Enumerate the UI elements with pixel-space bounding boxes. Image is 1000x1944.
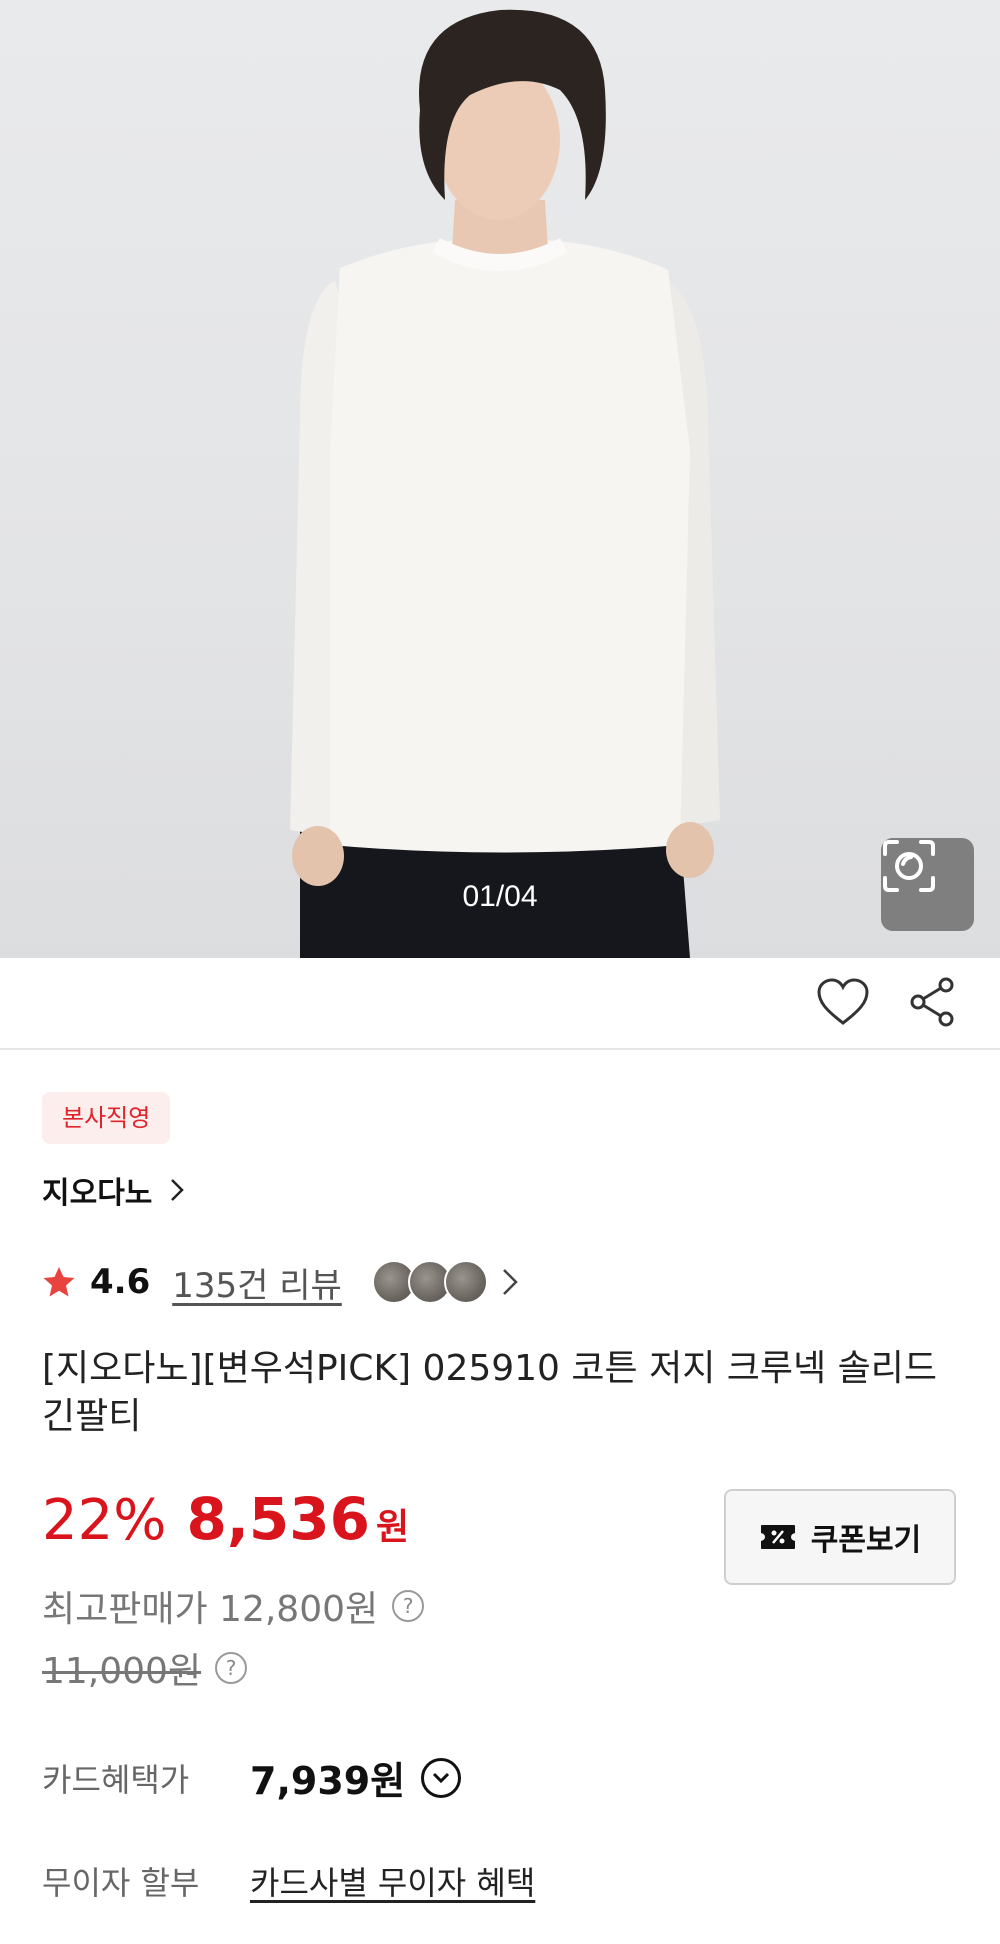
image-search-icon [883, 840, 935, 892]
list-price-row: 11,000원 ? [42, 1642, 248, 1694]
product-photo [290, 9, 720, 958]
image-counter: 01/04 [462, 880, 538, 913]
card-benefit-price: 7,939원 [250, 1759, 406, 1803]
installment-benefit-link[interactable]: 카드사별 무이자 혜택 [250, 1858, 535, 1904]
view-coupon-button[interactable]: 쿠폰보기 [724, 1489, 956, 1585]
help-icon[interactable]: ? [392, 1590, 425, 1622]
chevron-right-icon [171, 1179, 185, 1201]
chevron-down-icon [433, 1772, 450, 1783]
rating-row: 4.6 135건 리뷰 [42, 1255, 518, 1309]
chevron-right-icon[interactable] [502, 1268, 518, 1296]
brand-link[interactable]: 지오다노 [42, 1168, 185, 1212]
card-benefit-expand-button[interactable] [421, 1757, 462, 1798]
help-icon[interactable]: ? [215, 1652, 248, 1684]
brand-name: 지오다노 [42, 1176, 153, 1211]
list-price: 11,000원 [42, 1651, 202, 1692]
highest-price-row: 최고판매가 12,800원 ? [42, 1580, 425, 1632]
official-store-badge: 본사직영 [42, 1092, 171, 1144]
review-count-link[interactable]: 135건 리뷰 [172, 1258, 342, 1307]
currency-unit: 원 [375, 1507, 410, 1548]
coupon-icon [760, 1525, 795, 1549]
price-row: 22% 8,536 원 [42, 1485, 409, 1553]
product-image-carousel[interactable]: 01/04 [0, 0, 1000, 958]
coupon-button-label: 쿠폰보기 [810, 1523, 922, 1558]
wishlist-button[interactable] [815, 974, 871, 1030]
share-icon [910, 977, 954, 1027]
share-button[interactable] [906, 974, 958, 1030]
installment-label: 무이자 할부 [42, 1864, 200, 1902]
review-photo-thumbnails[interactable] [371, 1260, 488, 1304]
installment-row: 무이자 할부 카드사별 무이자 혜택 [42, 1858, 535, 1904]
card-benefit-label: 카드혜택가 [42, 1760, 190, 1799]
star-icon [43, 1267, 75, 1297]
image-search-button[interactable] [881, 838, 974, 931]
heart-icon [817, 978, 869, 1025]
card-benefit-row: 카드혜택가 7,939원 [42, 1750, 462, 1805]
highest-price: 최고판매가 12,800원 [42, 1589, 379, 1630]
rating-value: 4.6 [90, 1262, 151, 1302]
product-title: [지오다노][변우석PICK] 025910 코튼 저지 크루넥 솔리드 긴팔티 [42, 1348, 937, 1437]
review-thumbnail [443, 1260, 488, 1304]
product-actions-bar [0, 958, 1000, 1050]
sale-price: 8,536 [186, 1485, 370, 1553]
discount-rate: 22% [42, 1488, 167, 1553]
